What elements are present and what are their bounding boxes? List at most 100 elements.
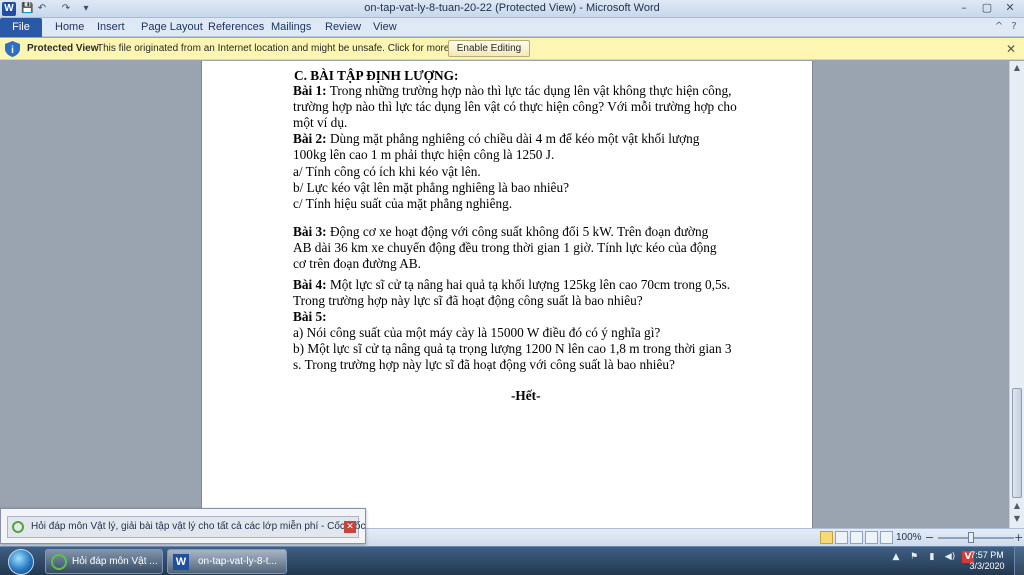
enable-editing-button[interactable]: Enable Editing [448,40,530,57]
doc-line: s. Trong trường hợp này lực sĩ đã hoạt đ… [293,357,675,373]
doc-line: Bài 3: Động cơ xe hoạt động với công suấ… [293,224,708,240]
doc-heading: C. BÀI TẬP ĐỊNH LƯỢNG: [294,68,459,83]
document-area: C. BÀI TẬP ĐỊNH LƯỢNG: Bài 1: Trong nhữn… [0,61,1009,528]
doc-line: Bài 5: [293,309,327,325]
doc-line-text: trường hợp nào thì lực tác dụng lên vật … [293,99,737,114]
zoom-slider[interactable] [938,537,1014,539]
draft-view-icon[interactable] [880,531,893,544]
zoom-level[interactable]: 100% [896,532,922,543]
minimize-button[interactable]: – [953,0,975,17]
svg-text:i: i [11,45,14,56]
doc-line-text: Trong trường hợp này lực sĩ đã hoạt động… [293,293,643,308]
coccoc-icon [51,554,67,570]
doc-line: trường hợp nào thì lực tác dụng lên vật … [293,99,737,115]
show-hidden-icons-icon[interactable]: ▲ [890,551,902,563]
scroll-up-icon[interactable]: ▲ [1012,63,1022,73]
doc-line-text: Một lực sĩ cử tạ nâng hai quả tạ khối lư… [326,277,731,292]
doc-line-text: b/ Lực kéo vật lên mặt phẳng nghiêng là … [293,180,570,195]
exercise-number: Bài 4: [293,277,327,292]
taskbar-item-label: Hỏi đáp môn Vật ... [72,556,158,567]
start-button[interactable] [4,548,38,575]
minimize-ribbon-icon[interactable]: ^ [993,21,1005,33]
close-icon[interactable]: ✕ [1006,42,1016,56]
taskbar-item-label: on-tap-vat-ly-8-t... [198,556,277,567]
doc-line-text: b) Một lực sĩ cử tạ nâng quả tạ trọng lư… [293,341,732,356]
doc-line: Trong trường hợp này lực sĩ đã hoạt động… [293,293,643,309]
tab-references[interactable]: References [208,18,264,37]
doc-line-text: Trong những trường hợp nào thì lực tác d… [326,83,732,98]
tab-view[interactable]: View [373,18,397,37]
taskbar-item-word[interactable]: W on-tap-vat-ly-8-t... [167,549,287,574]
doc-line: một ví dụ. [293,115,347,131]
clock-date: 3/3/2020 [969,561,1005,571]
tab-file[interactable]: File [0,18,42,37]
doc-line: Bài 2: Dùng mặt phẳng nghiêng có chiều d… [293,131,699,147]
system-tray: ▲ ⚑ ▮ ◀) V [890,551,974,563]
outline-view-icon[interactable] [865,531,878,544]
help-icon[interactable]: ? [1008,21,1020,33]
previous-page-icon[interactable]: ▲ [1012,501,1022,511]
doc-line: a/ Tính công có ích khi kéo vật lên. [293,164,481,180]
exercise-number: Bài 5: [293,309,327,324]
tab-mailings[interactable]: Mailings [271,18,311,37]
doc-line-text: c/ Tính hiệu suất của mặt phẳng nghiêng. [293,196,513,211]
document-page[interactable]: C. BÀI TẬP ĐỊNH LƯỢNG: Bài 1: Trong nhữn… [201,61,813,528]
window-title: on-tap-vat-ly-8-tuan-20-22 (Protected Vi… [364,2,660,14]
protected-view-label: Protected View [27,43,99,54]
doc-line-text: a) Nói công suất của một máy cày là 1500… [293,325,661,340]
tab-review[interactable]: Review [325,18,361,37]
taskbar-clock[interactable]: 7:57 PM 3/3/2020 [964,550,1010,572]
shield-icon: i [5,41,20,57]
protected-view-bar: i Protected View This file originated fr… [0,38,1024,60]
zoom-out-button[interactable]: − [925,531,934,544]
exercise-number: Bài 3: [293,224,327,239]
volume-icon[interactable]: ◀) [944,551,956,563]
doc-line: AB dài 36 km xe chuyển động đều trong th… [293,240,717,256]
coccoc-icon [12,521,24,533]
scroll-thumb[interactable] [1012,388,1022,498]
print-layout-view-icon[interactable] [820,531,833,544]
exercise-number: Bài 2: [293,131,327,146]
doc-line: c/ Tính hiệu suất của mặt phẳng nghiêng. [293,196,512,212]
doc-line: Bài 4: Một lực sĩ cử tạ nâng hai quả tạ … [293,277,730,293]
ribbon-tabs: File Home Insert Page Layout References … [0,18,1024,37]
doc-line: b) Một lực sĩ cử tạ nâng quả tạ trọng lư… [293,341,732,357]
word-icon: W [173,554,189,570]
battery-icon[interactable]: ▮ [926,551,938,563]
exercise-number: Bài 1: [293,83,327,98]
tab-home[interactable]: Home [55,18,84,37]
taskbar-item-browser[interactable]: Hỏi đáp môn Vật ... [45,549,163,574]
doc-line: 100kg lên cao 1 m phải thực hiện công là… [293,147,554,163]
web-layout-view-icon[interactable] [850,531,863,544]
protected-view-message[interactable]: This file originated from an Internet lo… [97,43,484,54]
doc-line: Bài 1: Trong những trường hợp nào thì lự… [293,83,731,99]
close-button[interactable]: ✕ [999,0,1021,17]
doc-line-text: s. Trong trường hợp này lực sĩ đã hoạt đ… [293,357,675,372]
zoom-in-button[interactable]: + [1014,531,1023,544]
doc-line-text: AB dài 36 km xe chuyển động đều trong th… [293,240,717,255]
preview-close-button[interactable]: ✕ [344,521,356,533]
taskbar-preview-popup[interactable]: Hỏi đáp môn Vật lý, giải bài tập vật lý … [0,508,366,544]
doc-line-text: a/ Tính công có ích khi kéo vật lên. [293,164,481,179]
doc-line: a) Nói công suất của một máy cày là 1500… [293,325,660,341]
windows-logo-icon [8,549,34,575]
doc-line-text: một ví dụ. [293,115,348,130]
doc-line-text: Dùng mặt phẳng nghiêng có chiều dài 4 m … [326,131,700,146]
doc-line: cơ trên đoạn đường AB. [293,256,421,272]
tab-page-layout[interactable]: Page Layout [141,18,203,37]
doc-line-text: 100kg lên cao 1 m phải thực hiện công là… [293,147,555,162]
zoom-slider-thumb[interactable] [968,532,974,543]
full-screen-reading-view-icon[interactable] [835,531,848,544]
preview-item[interactable]: Hỏi đáp môn Vật lý, giải bài tập vật lý … [7,516,366,538]
maximize-button[interactable]: ▢ [976,0,998,17]
preview-title: Hỏi đáp môn Vật lý, giải bài tập vật lý … [31,521,366,532]
vertical-scrollbar[interactable]: ▲ ▲ ▼ [1009,61,1024,528]
show-desktop-button[interactable] [1014,547,1024,575]
doc-line-text: cơ trên đoạn đường AB. [293,256,421,271]
doc-line-text: Động cơ xe hoạt động với công suất không… [326,224,709,239]
title-bar: W 💾 ↶ ↷ ▾ on-tap-vat-ly-8-tuan-20-22 (Pr… [0,0,1024,18]
taskbar: Hỏi đáp môn Vật ... W on-tap-vat-ly-8-t.… [0,546,1024,575]
action-center-flag-icon[interactable]: ⚑ [908,551,920,563]
tab-insert[interactable]: Insert [97,18,125,37]
next-page-icon[interactable]: ▼ [1012,514,1022,524]
